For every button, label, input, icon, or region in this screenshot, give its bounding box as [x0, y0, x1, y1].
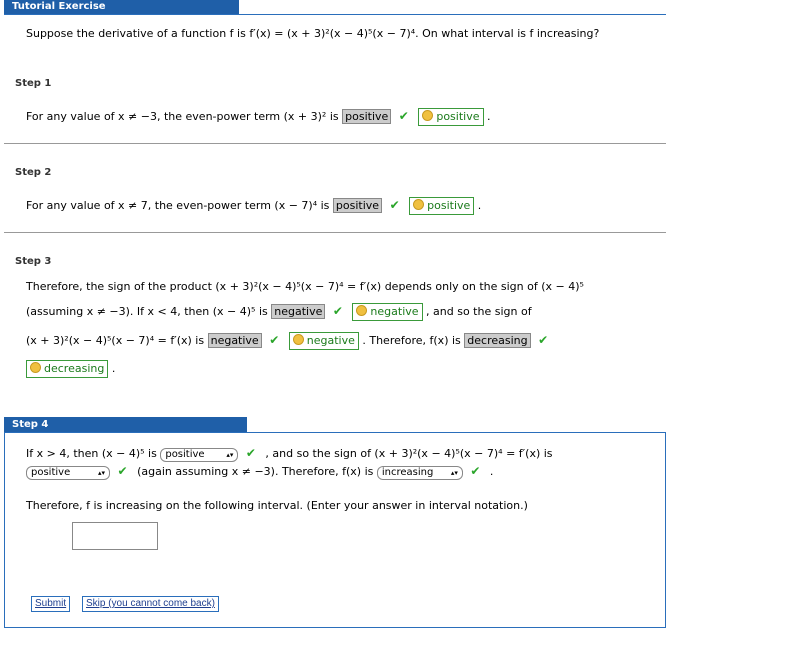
step3-key1-text: negative — [370, 305, 419, 318]
check-icon: ✔ — [538, 333, 549, 347]
period: . — [111, 362, 116, 375]
check-icon: ✔ — [398, 109, 409, 123]
page-title: Tutorial Exercise — [4, 0, 239, 14]
step4-select3-value: increasing — [381, 467, 434, 478]
step1-text: For any value of x ≠ −3, the even-power … — [26, 110, 339, 123]
check-icon: ✔ — [389, 198, 400, 212]
step1-label: Step 1 — [15, 78, 52, 89]
step3-answer3: decreasing — [464, 333, 531, 348]
step4-select1[interactable]: positive ▴▾ — [160, 448, 239, 462]
step3-label: Step 3 — [15, 256, 52, 267]
period: . — [477, 199, 482, 212]
step4-select2-value: positive — [31, 467, 71, 478]
step3-line3: (x + 3)²(x − 4)⁵(x − 7)⁴ = f′(x) is nega… — [26, 332, 554, 350]
step3-answer2: negative — [207, 333, 262, 348]
step4-line1-rest: , and so the sign of (x + 3)²(x − 4)⁵(x … — [265, 447, 553, 460]
key-icon — [422, 110, 434, 121]
step3-line1: Therefore, the sign of the product (x + … — [26, 280, 584, 293]
step4-select1-value: positive — [165, 449, 205, 460]
chevron-down-icon: ▴▾ — [97, 469, 105, 477]
step3-key2-text: negative — [306, 334, 355, 347]
step2-text: For any value of x ≠ 7, the even-power t… — [26, 199, 330, 212]
step4-line1-text: If x > 4, then (x − 4)⁵ is — [26, 447, 157, 460]
check-icon: ✔ — [245, 446, 256, 460]
chevron-down-icon: ▴▾ — [450, 469, 458, 477]
step1-key-text: positive — [436, 110, 480, 123]
step3-line3-after: . Therefore, f(x) is — [362, 334, 461, 347]
step1-line: For any value of x ≠ −3, the even-power … — [26, 108, 491, 126]
step2-line: For any value of x ≠ 7, the even-power t… — [26, 197, 481, 215]
step3-answer1: negative — [271, 304, 326, 319]
check-icon: ✔ — [470, 464, 481, 478]
skip-button[interactable]: Skip (you cannot come back) — [82, 596, 219, 612]
step3-key-answer3: decreasing — [26, 360, 109, 378]
period: . — [487, 110, 491, 123]
step2-key-text: positive — [427, 199, 471, 212]
key-icon — [356, 305, 368, 316]
key-icon — [413, 199, 425, 210]
divider — [4, 143, 666, 144]
check-icon: ✔ — [332, 304, 343, 318]
check-icon: ✔ — [117, 464, 128, 478]
divider — [4, 232, 666, 233]
chevron-down-icon: ▴▾ — [226, 451, 234, 459]
step3-key-answer1: negative — [352, 303, 423, 321]
step4-select3[interactable]: increasing ▴▾ — [376, 466, 463, 480]
interval-answer-input[interactable] — [72, 522, 158, 550]
step3-key-answer2: negative — [288, 332, 359, 350]
step4-select2[interactable]: positive ▴▾ — [26, 466, 110, 480]
key-icon — [292, 334, 304, 345]
step3-line2-text: (assuming x ≠ −3). If x < 4, then (x − 4… — [26, 305, 268, 318]
step2-label: Step 2 — [15, 167, 52, 178]
step4-line2-text: (again assuming x ≠ −3). Therefore, f(x)… — [137, 465, 374, 478]
step3-line2: (assuming x ≠ −3). If x < 4, then (x − 4… — [26, 303, 532, 321]
step3-line3-text: (x + 3)²(x − 4)⁵(x − 7)⁴ = f′(x) is — [26, 334, 205, 347]
step3-key3-text: decreasing — [44, 362, 105, 375]
step2-answer: positive — [332, 198, 383, 213]
step4-line2: positive ▴▾ ✔ (again assuming x ≠ −3). Th… — [26, 464, 493, 480]
check-icon: ✔ — [269, 333, 280, 347]
question-text: Suppose the derivative of a function f i… — [26, 27, 600, 40]
step4-line1: If x > 4, then (x − 4)⁵ is positive ▴▾ ✔ … — [26, 446, 553, 462]
step3-line4: decreasing . — [26, 360, 115, 378]
step3-line2-after: , and so the sign of — [426, 305, 532, 318]
step1-answer: positive — [342, 109, 392, 124]
step2-key-answer: positive — [409, 197, 475, 215]
key-icon — [30, 362, 41, 373]
submit-button[interactable]: Submit — [31, 596, 71, 612]
step4-label: Step 4 — [4, 417, 247, 433]
step1-key-answer: positive — [418, 108, 484, 126]
step4-instruction: Therefore, f is increasing on the follow… — [26, 499, 528, 512]
period: . — [489, 465, 494, 478]
